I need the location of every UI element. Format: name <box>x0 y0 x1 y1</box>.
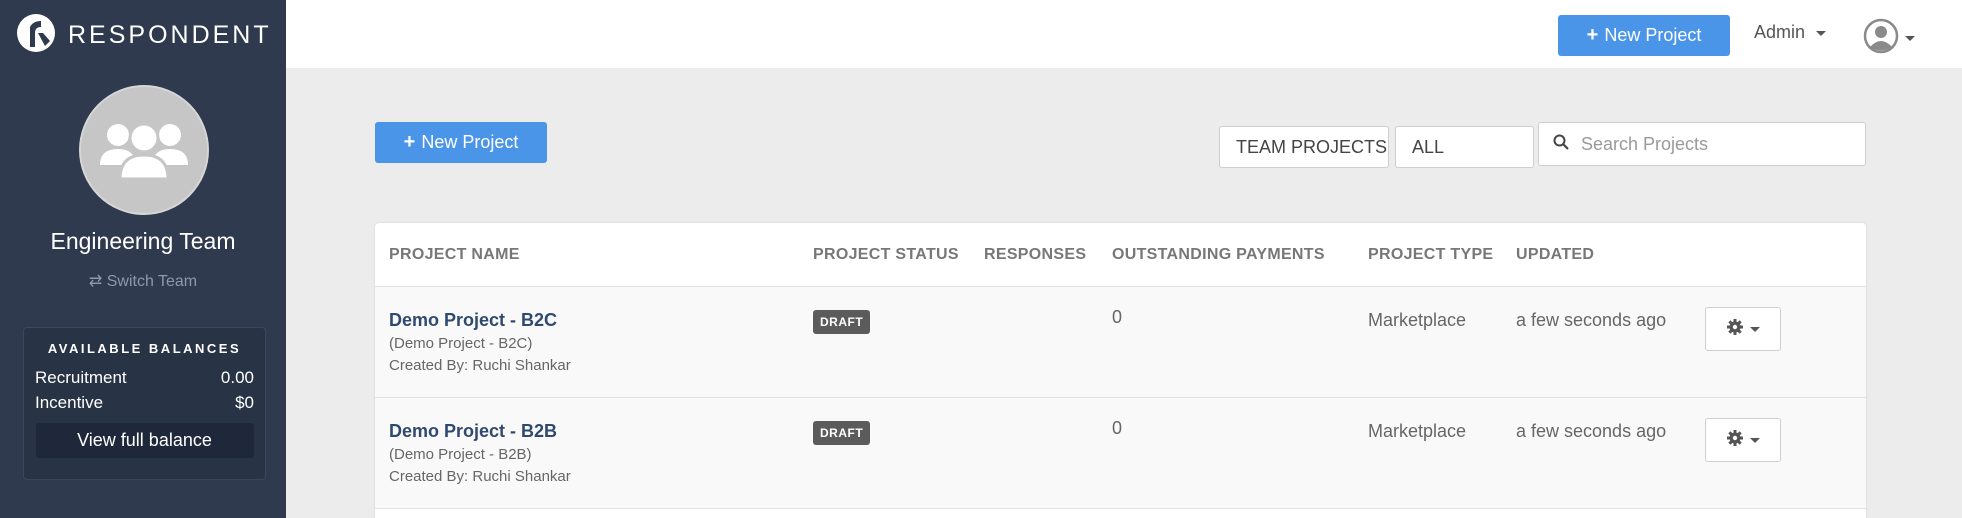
search-icon <box>1539 134 1569 155</box>
col-outstanding-payments[interactable]: OUTSTANDING PAYMENTS <box>1112 246 1325 264</box>
updated-value: a few seconds ago <box>1516 421 1667 441</box>
table-row <box>375 287 1866 398</box>
admin-dropdown[interactable]: Admin <box>1754 22 1827 43</box>
outstanding-payments-value: 0 <box>1112 307 1123 327</box>
project-created-by: Created By: Ruchi Shankar <box>389 468 571 485</box>
balance-value: $0 <box>235 393 254 412</box>
caret-down-icon <box>1816 30 1827 36</box>
gear-icon <box>1726 318 1744 341</box>
view-full-balance-button[interactable]: View full balance <box>35 423 254 458</box>
search-input[interactable] <box>1581 133 1851 155</box>
brand[interactable]: RESPONDENT <box>16 13 272 58</box>
new-project-button[interactable]: + New Project <box>375 122 547 163</box>
plus-icon: + <box>403 131 416 153</box>
switch-team-label: Switch Team <box>106 273 198 290</box>
status-filter[interactable]: ALL <box>1395 126 1534 168</box>
col-project-type[interactable]: PROJECT TYPE <box>1368 246 1493 264</box>
status-badge: DRAFT <box>813 310 871 334</box>
row-actions-button[interactable] <box>1705 307 1781 351</box>
outstanding-payments-value: 0 <box>1112 418 1123 438</box>
top-bar: + New Project Admin <box>286 0 1962 68</box>
project-type-value: Marketplace <box>1368 421 1467 441</box>
col-project-status[interactable]: PROJECT STATUS <box>813 246 959 264</box>
group-icon <box>96 113 192 188</box>
plus-icon: + <box>1586 24 1599 46</box>
caret-down-icon <box>1750 326 1760 332</box>
caret-down-icon <box>1750 437 1760 443</box>
balance-value: 0.00 <box>220 368 254 387</box>
updated-value: a few seconds ago <box>1516 310 1667 330</box>
project-type-value: Marketplace <box>1368 310 1467 330</box>
caret-down-icon <box>1905 36 1915 41</box>
new-project-label: New Project <box>1604 25 1702 45</box>
col-responses[interactable]: RESPONSES <box>984 246 1086 264</box>
respondent-logo-icon <box>16 13 56 58</box>
search-box <box>1538 122 1866 166</box>
balances-title: AVAILABLE BALANCES <box>47 341 242 356</box>
project-subtitle: (Demo Project - B2B) <box>389 446 532 463</box>
top-new-project-button[interactable]: + New Project <box>1558 15 1730 56</box>
new-project-label: New Project <box>421 132 519 152</box>
row-actions-button[interactable] <box>1705 418 1781 462</box>
status-badge: DRAFT <box>813 421 871 445</box>
gear-icon <box>1726 429 1744 452</box>
user-menu[interactable] <box>1863 18 1915 59</box>
col-project-name[interactable]: PROJECT NAME <box>389 246 520 264</box>
table-row <box>375 398 1866 509</box>
available-balances-panel: AVAILABLE BALANCES Recruitment 0.00 Ince… <box>23 327 266 480</box>
sidebar: RESPONDENT Engineering Team ⇄ Switch Tea… <box>0 0 286 518</box>
project-name-link[interactable]: Demo Project - B2C <box>389 310 557 331</box>
team-avatar <box>79 85 209 215</box>
admin-label: Admin <box>1754 22 1806 42</box>
exchange-icon: ⇄ <box>88 273 103 290</box>
balance-row-incentive: Incentive $0 <box>24 393 265 413</box>
col-updated[interactable]: UPDATED <box>1516 246 1594 264</box>
team-projects-filter[interactable]: TEAM PROJECTS <box>1219 126 1389 168</box>
switch-team-link[interactable]: ⇄ Switch Team <box>0 271 286 291</box>
team-name: Engineering Team <box>50 228 236 254</box>
balance-row-recruitment: Recruitment 0.00 <box>24 368 265 388</box>
balance-label: Recruitment <box>35 368 127 387</box>
user-circle-icon <box>1863 18 1899 59</box>
project-created-by: Created By: Ruchi Shankar <box>389 357 571 374</box>
project-name-link[interactable]: Demo Project - B2B <box>389 421 557 442</box>
project-subtitle: (Demo Project - B2C) <box>389 335 533 352</box>
brand-name: RESPONDENT <box>68 20 272 49</box>
balance-label: Incentive <box>35 393 104 412</box>
